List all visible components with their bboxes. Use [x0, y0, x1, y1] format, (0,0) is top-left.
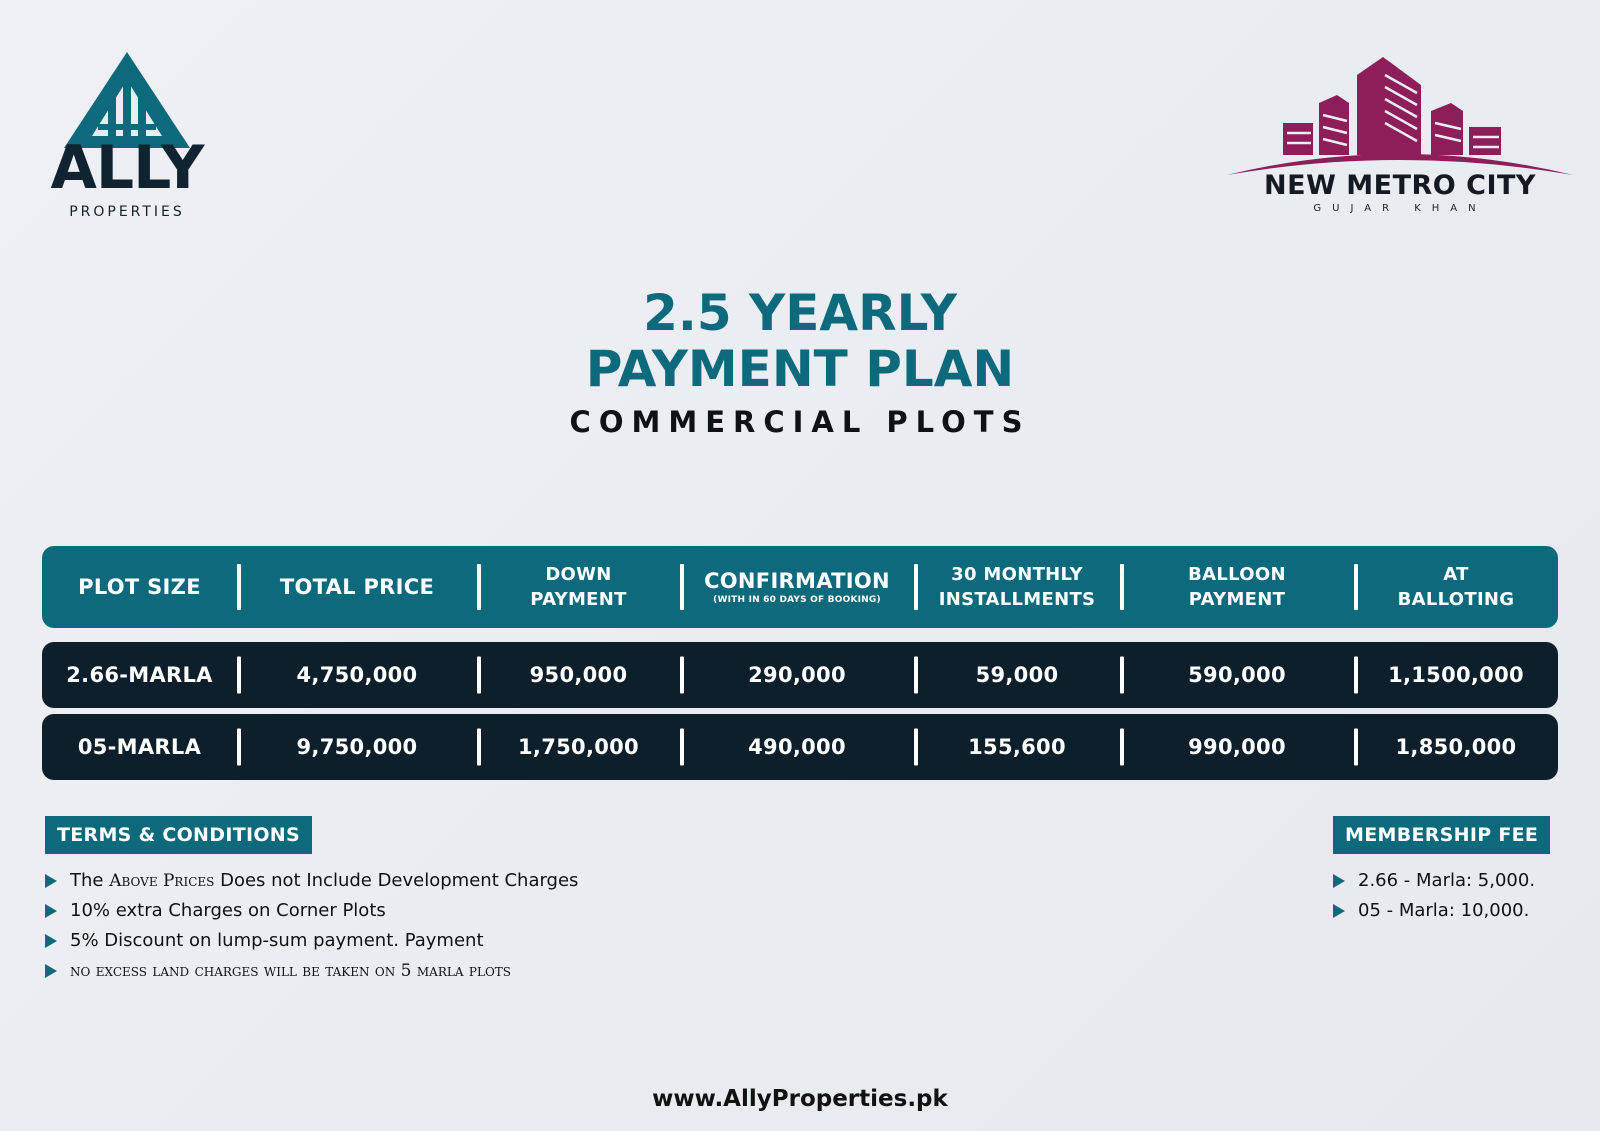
- header-confirmation: CONFIRMATION (WITH IN 60 DAYS OF BOOKING…: [680, 546, 914, 628]
- metro-tagline: GUJAR KHAN: [1313, 203, 1487, 214]
- ally-tagline: PROPERTIES: [69, 204, 185, 220]
- list-item: no excess land charges will be taken on …: [45, 956, 578, 986]
- term-3-text: 5% Discount on lump-sum payment. Payment: [70, 930, 484, 951]
- cell-monthly-installment: 59,000: [914, 642, 1120, 708]
- term-4-text: no excess land charges will be taken on …: [70, 961, 512, 981]
- table-header: PLOT SIZE TOTAL PRICE DOWN PAYMENT CONFI…: [42, 546, 1558, 628]
- triangle-bullet-icon: [1333, 904, 1345, 918]
- header-confirmation-note: (WITH IN 60 DAYS OF BOOKING): [713, 594, 881, 605]
- cell-at-balloting: 1,1500,000: [1354, 642, 1558, 708]
- header-balloon-payment-line-2: PAYMENT: [1188, 589, 1286, 610]
- header-at-balloting: AT BALLOTING: [1354, 546, 1558, 628]
- cell-down-payment: 950,000: [477, 642, 680, 708]
- header-monthly-installments-line-1: 30 MONTHLY: [951, 564, 1083, 585]
- header-monthly-installments: 30 MONTHLY INSTALLMENTS: [914, 546, 1120, 628]
- ally-properties-logo: ALLY PROPERTIES: [40, 50, 215, 225]
- website-url[interactable]: www.AllyProperties.pk: [0, 1086, 1600, 1112]
- header-down-payment-line-1: DOWN: [545, 564, 612, 585]
- cell-confirmation: 490,000: [680, 714, 914, 780]
- header-monthly-installments-line-2: INSTALLMENTS: [938, 589, 1096, 610]
- header-plot-size: PLOT SIZE: [42, 546, 237, 628]
- header-at-balloting-line-1: AT: [1443, 564, 1469, 585]
- header-confirmation-label: CONFIRMATION: [704, 568, 890, 593]
- header-balloon-payment: BALLOON PAYMENT: [1120, 546, 1354, 628]
- page-heading: 2.5 YEARLY PAYMENT PLAN COMMERCIAL PLOTS: [0, 285, 1600, 439]
- list-item: 5% Discount on lump-sum payment. Payment: [45, 926, 578, 956]
- list-item: 10% extra Charges on Corner Plots: [45, 896, 578, 926]
- list-item: 05 - Marla: 10,000.: [1333, 896, 1535, 926]
- list-item: 2.66 - Marla: 5,000.: [1333, 866, 1535, 896]
- triangle-bullet-icon: [45, 964, 57, 978]
- term-1-post: Does not Include Development Charges: [214, 870, 579, 891]
- cell-confirmation: 290,000: [680, 642, 914, 708]
- header-plot-size-label: PLOT SIZE: [78, 574, 201, 599]
- triangle-bullet-icon: [45, 874, 57, 888]
- cell-plot-size: 2.66-MARLA: [66, 663, 213, 687]
- heading-line-1: 2.5 YEARLY: [643, 284, 957, 342]
- header-down-payment-line-2: PAYMENT: [530, 589, 627, 610]
- cell-monthly-installment: 155,600: [914, 714, 1120, 780]
- ally-wordmark: ALLY: [50, 133, 204, 203]
- membership-title: MEMBERSHIP FEE: [1333, 816, 1551, 854]
- header-balloon-payment-line-1: BALLOON: [1188, 564, 1286, 585]
- header-at-balloting-line-2: BALLOTING: [1397, 589, 1515, 610]
- cell-total-price: 4,750,000: [237, 642, 477, 708]
- cell-at-balloting: 1,850,000: [1354, 714, 1558, 780]
- header-down-payment: DOWN PAYMENT: [477, 546, 680, 628]
- header-total-price: TOTAL PRICE: [237, 546, 477, 628]
- metro-wordmark: NEW METRO CITY: [1264, 170, 1536, 201]
- cell-plot-size: 05-MARLA: [77, 735, 202, 759]
- cell-down-payment: 1,750,000: [477, 714, 680, 780]
- heading-line-2: PAYMENT PLAN: [585, 340, 1015, 398]
- new-metro-city-logo: NEW METRO CITY GUJAR KHAN: [1225, 45, 1575, 230]
- triangle-bullet-icon: [1333, 874, 1345, 888]
- membership-fee-1: 2.66 - Marla: 5,000.: [1358, 870, 1536, 891]
- term-1-caps: Above Prices: [109, 871, 215, 891]
- triangle-bullet-icon: [45, 904, 57, 918]
- heading-subtitle: COMMERCIAL PLOTS: [569, 405, 1031, 439]
- membership-list: 2.66 - Marla: 5,000. 05 - Marla: 10,000.: [1333, 866, 1535, 926]
- terms-title: TERMS & CONDITIONS: [45, 816, 312, 854]
- term-1-pre: The: [70, 870, 110, 891]
- term-2-text: 10% extra Charges on Corner Plots: [70, 900, 386, 921]
- list-item: The Above Prices Does not Include Develo…: [45, 866, 578, 896]
- membership-fee-2: 05 - Marla: 10,000.: [1358, 900, 1530, 921]
- header-total-price-label: TOTAL PRICE: [279, 574, 435, 599]
- triangle-bullet-icon: [45, 934, 57, 948]
- table-row: 2.66-MARLA 4,750,000 950,000 290,000 59,…: [42, 642, 1558, 708]
- city-skyline-icon: [1227, 57, 1573, 175]
- cell-balloon-payment: 590,000: [1120, 642, 1354, 708]
- table-row: 05-MARLA 9,750,000 1,750,000 490,000 155…: [42, 714, 1558, 780]
- cell-total-price: 9,750,000: [237, 714, 477, 780]
- cell-balloon-payment: 990,000: [1120, 714, 1354, 780]
- terms-list: The Above Prices Does not Include Develo…: [45, 866, 578, 986]
